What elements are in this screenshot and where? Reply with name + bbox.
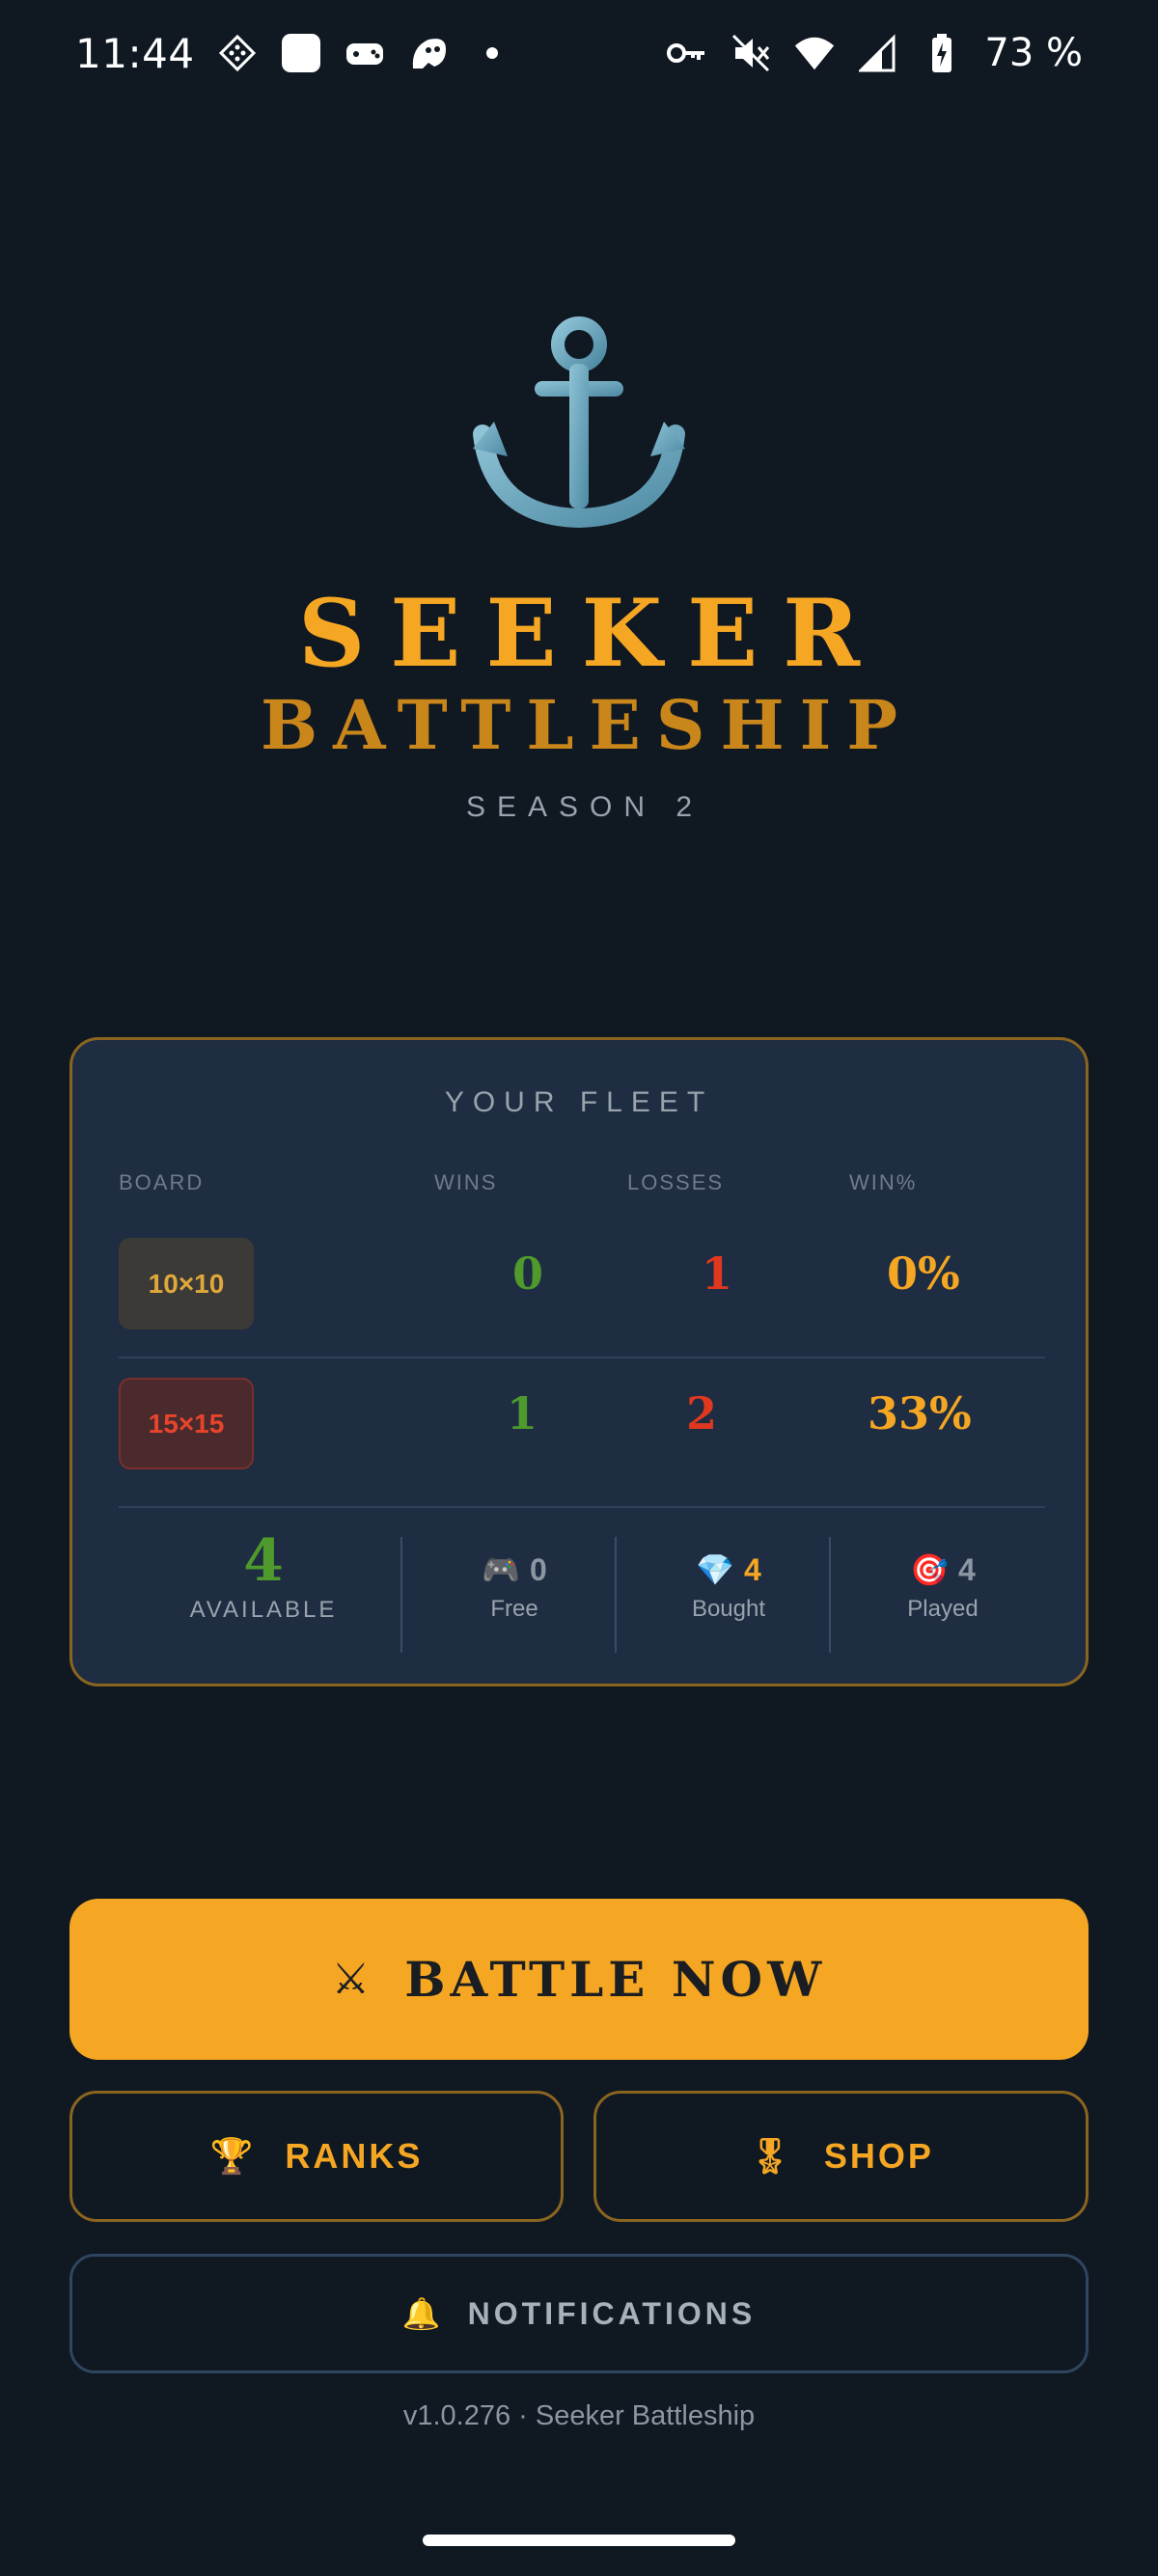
divider — [829, 1537, 831, 1653]
available-stat: 4 AVAILABLE — [119, 1522, 408, 1638]
home-indicator[interactable] — [423, 2535, 735, 2546]
free-stat: 🎮 0 Free — [408, 1522, 620, 1638]
wins-value: 1 — [507, 1387, 538, 1439]
battery-percent: 73 % — [984, 31, 1083, 75]
white-square-icon — [280, 32, 322, 74]
status-bar: 11:44 73 % — [0, 0, 1158, 106]
win-percent-value: 33% — [868, 1387, 972, 1439]
divider — [400, 1537, 402, 1653]
game-controller-icon — [344, 32, 386, 74]
gem-icon: 💎 — [696, 1551, 735, 1588]
fleet-title: YOUR FLEET — [444, 1086, 714, 1118]
fleet-row-15x15: 15×15 1 2 33% — [119, 1363, 1045, 1508]
medal-icon: 🎖 — [748, 2137, 795, 2177]
free-count: 0 — [530, 1551, 547, 1587]
wifi-icon — [793, 32, 836, 74]
board-size-badge: 15×15 — [119, 1378, 254, 1469]
fleet-row-10x10: 10×10 0 1 0% — [119, 1223, 1045, 1358]
notifications-label: NOTIFICATIONS — [467, 2295, 757, 2331]
shop-button[interactable]: 🎖 SHOP — [593, 2091, 1089, 2222]
available-count: 4 — [243, 1527, 284, 1595]
status-right: 73 % — [666, 31, 1083, 75]
target-icon: 🎯 — [910, 1551, 950, 1588]
losses-value: 2 — [686, 1387, 718, 1439]
header-wins: WINS — [434, 1170, 498, 1194]
played-label: Played — [907, 1596, 979, 1622]
anchor-icon — [473, 314, 685, 535]
wins-value: 0 — [512, 1247, 544, 1300]
win-percent-value: 0% — [887, 1247, 960, 1300]
battle-now-button[interactable]: ⚔ BATTLE NOW — [69, 1899, 1089, 2060]
header-losses: LOSSES — [627, 1170, 725, 1194]
divider — [615, 1537, 617, 1653]
diamond-grid-icon — [216, 32, 259, 74]
games-summary: 4 AVAILABLE 🎮 0 Free 💎 4 Bought 🎯 4 Play… — [119, 1522, 1045, 1686]
status-left: 11:44 — [75, 30, 513, 77]
mute-icon — [730, 32, 772, 74]
fleet-card: YOUR FLEET BOARD WINS LOSSES WIN% 10×10 … — [69, 1037, 1089, 1686]
bought-label: Bought — [691, 1596, 766, 1622]
free-label: Free — [490, 1596, 538, 1622]
trophy-icon: 🏆 — [209, 2137, 257, 2177]
battery-icon — [921, 32, 963, 74]
game-controller-icon: 🎮 — [482, 1551, 521, 1588]
notifications-button[interactable]: 🔔 NOTIFICATIONS — [69, 2254, 1089, 2373]
crossed-swords-icon: ⚔ — [331, 1955, 371, 2004]
version-footer: v1.0.276 · Seeker Battleship — [402, 2400, 756, 2431]
losses-value: 1 — [702, 1247, 733, 1300]
ranks-button[interactable]: 🏆 RANKS — [69, 2091, 564, 2222]
header-board: BOARD — [119, 1170, 205, 1194]
available-label: AVAILABLE — [189, 1597, 338, 1623]
shop-label: SHOP — [823, 2136, 934, 2176]
status-time: 11:44 — [75, 29, 195, 77]
bell-icon: 🔔 — [401, 2295, 445, 2332]
app-title-line1: SEEKER — [297, 579, 886, 688]
app-title-line2: BATTLESHIP — [261, 685, 913, 765]
bought-count: 4 — [744, 1551, 761, 1587]
played-count: 4 — [958, 1551, 976, 1587]
ghost-icon — [407, 32, 450, 74]
bought-stat: 💎 4 Bought — [622, 1522, 835, 1638]
battle-now-label: BATTLE NOW — [404, 1951, 827, 2008]
board-size-badge: 10×10 — [119, 1238, 254, 1329]
season-label: SEASON 2 — [465, 791, 704, 823]
signal-icon — [857, 32, 899, 74]
ranks-label: RANKS — [285, 2136, 424, 2176]
header-win-percent: WIN% — [849, 1170, 918, 1194]
played-stat: 🎯 4 Played — [837, 1522, 1049, 1638]
vpn-key-icon — [666, 32, 708, 74]
dot-icon — [471, 32, 513, 74]
